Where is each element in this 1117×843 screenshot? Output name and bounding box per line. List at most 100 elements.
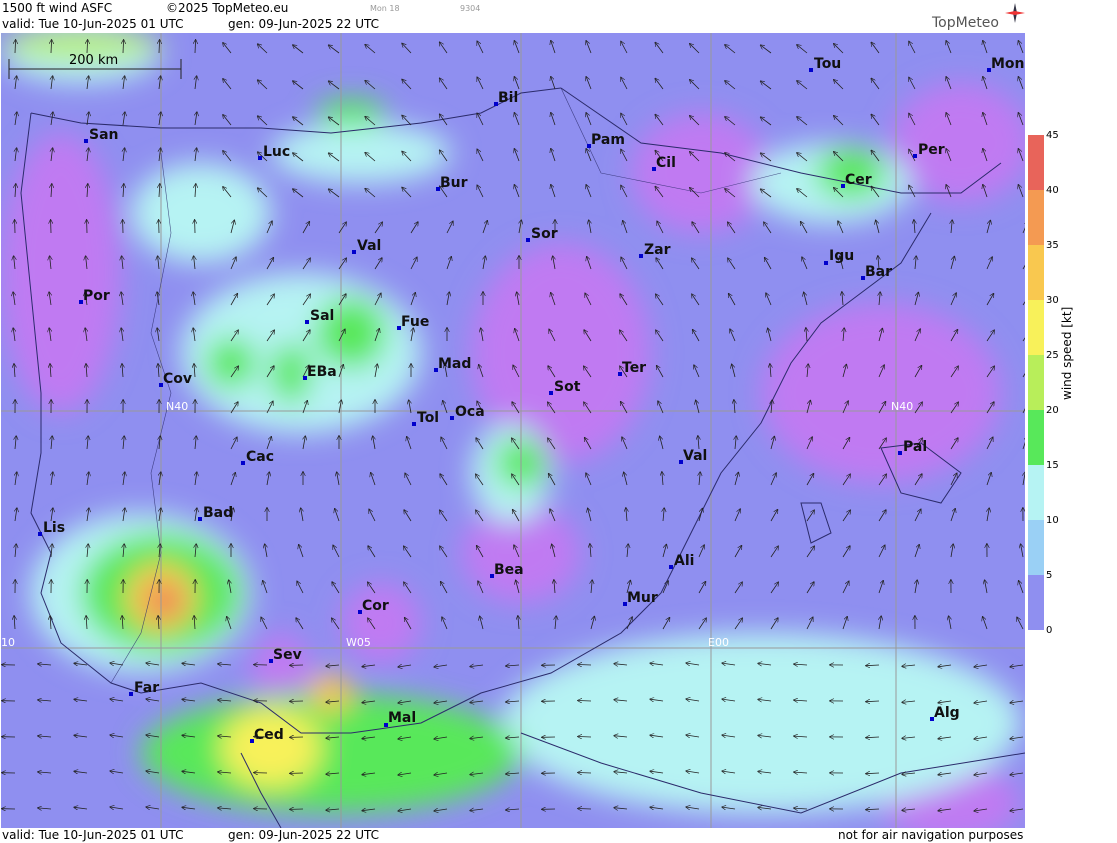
city-label: Lis [43,520,65,536]
colorbar-segment [1028,520,1044,576]
wind-arrow [578,665,592,666]
colorbar [1028,135,1044,630]
product-title: 1500 ft wind ASFC [2,1,113,15]
city-bil: Bil [494,90,518,106]
city-zar: Zar [639,242,671,258]
city-label: Ced [254,727,284,743]
header: 1500 ft wind ASFC ©2025 TopMeteo.eu Mon … [0,0,1026,33]
wind-arrow [578,737,592,738]
city-val-north: Val [352,238,381,254]
tiny-code-1: Mon 18 [370,4,400,13]
colorbar-segment [1028,465,1044,521]
city-far: Far [129,680,159,696]
city-mad: Mad [434,356,471,372]
city-label: Pal [903,439,927,455]
city-label: Mad [438,356,471,372]
city-sev: Sev [269,647,302,663]
wind-map[interactable]: 200 km N40 N40 W05 E00 10 San Luc Bil Pa… [1,33,1025,828]
city-label: Sal [310,308,334,324]
city-label: Cac [246,449,274,465]
city-label: Cov [163,371,192,387]
city-label: Per [918,142,945,158]
city-label: Mon [991,56,1025,72]
city-pal: Pal [898,439,927,455]
city-bad: Bad [198,505,233,521]
city-label: Fue [401,314,429,330]
colorbar-tick-label: 30 [1046,295,1059,306]
city-label: Ter [622,360,646,376]
copyright: ©2025 TopMeteo.eu [166,1,289,15]
colorbar-segment [1028,245,1044,301]
colorbar-segment [1028,190,1044,246]
city-cor: Cor [358,598,389,614]
city-label: Ali [674,553,694,569]
city-label: Cor [362,598,389,614]
city-fue: Fue [397,314,429,330]
city-per: Per [913,142,945,158]
city-label: Mal [388,710,416,726]
city-cov: Cov [159,371,192,387]
city-bea: Bea [490,562,524,578]
city-label: Tou [814,56,841,72]
footer-generated-time: gen: 09-Jun-2025 22 UTC [228,828,380,842]
city-label: Sor [531,226,558,242]
colorbar-segment [1028,355,1044,411]
city-label: Val [357,238,381,254]
city-label: Zar [644,242,671,258]
city-bar: Bar [861,264,892,280]
city-luc: Luc [258,144,290,160]
city-san: San [84,127,119,143]
lat-label-n40-east: N40 [891,400,913,413]
city-mon: Mon [987,56,1025,72]
lon-label-w10: 10 [1,636,15,649]
compass-logo-icon [1005,3,1025,23]
city-label: San [89,127,119,143]
city-label: Bea [494,562,524,578]
city-ter: Ter [618,360,646,376]
colorbar-segment [1028,575,1044,630]
city-pam: Pam [587,132,625,148]
city-mal: Mal [384,710,416,727]
city-igu: Igu [824,248,854,265]
colorbar-tick-label: 40 [1046,185,1059,196]
city-label: Cer [845,172,872,188]
city-label: Far [134,680,159,696]
city-label: Mur [627,590,658,606]
scale-bar-label: 200 km [69,53,118,68]
city-label: Igu [829,248,854,264]
valid-time: valid: Tue 10-Jun-2025 01 UTC [2,17,184,31]
city-label: Por [83,288,110,304]
city-label: Tol [417,410,439,426]
city-label: Oca [455,404,485,420]
lat-label-n40-west: N40 [166,400,188,413]
wind-arrow [578,701,592,702]
colorbar-title: wind speed [kt] [1060,306,1074,400]
city-bur: Bur [436,175,468,191]
city-cer: Cer [841,172,872,188]
tiny-code-2: 9304 [460,4,481,13]
footer: valid: Tue 10-Jun-2025 01 UTC gen: 09-Ju… [0,828,1026,843]
topmeteo-logo: TopMeteo [932,15,999,31]
city-label: Alg [934,705,960,721]
city-label: Bar [865,264,892,280]
city-label: Cil [656,155,676,171]
colorbar-segment [1028,410,1044,466]
city-label: Sot [554,379,581,395]
colorbar-tick-label: 45 [1046,130,1059,141]
city-eba: EBa [303,364,337,380]
colorbar-tick-label: 5 [1046,570,1053,581]
wind-arrow [578,773,592,774]
city-mur: Mur [623,590,658,606]
city-ced: Ced [250,727,284,743]
generated-time: gen: 09-Jun-2025 22 UTC [228,17,380,31]
city-label: Pam [591,132,625,148]
city-label: Sev [273,647,302,663]
city-alg: Alg [930,705,960,721]
colorbar-segment [1028,135,1044,191]
city-tou: Tou [809,56,841,72]
lon-label-w05: W05 [346,636,371,649]
colorbar-tick-label: 25 [1046,350,1059,361]
city-lis: Lis [38,520,65,536]
colorbar-tick-label: 10 [1046,515,1059,526]
city-label: Luc [263,144,290,160]
